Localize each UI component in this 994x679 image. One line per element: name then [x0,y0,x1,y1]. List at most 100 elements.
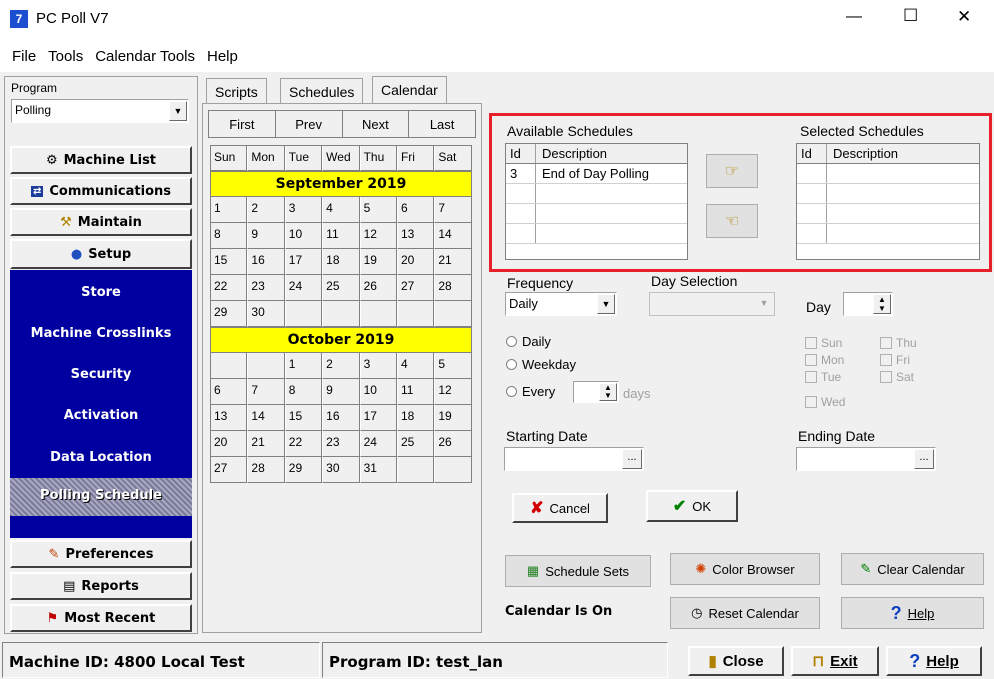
check-mon[interactable]: Mon [805,353,844,367]
calendar-day[interactable]: 16 [322,405,360,431]
calendar-day[interactable]: 24 [359,431,397,457]
calendar-day[interactable]: 3 [359,353,397,379]
nav-store[interactable]: Store [10,285,192,300]
calendar-day[interactable]: 5 [434,353,472,379]
program-select[interactable]: Polling ▼ [11,99,189,123]
nav-reports[interactable]: ▤ Reports [10,572,192,600]
calendar-day[interactable]: 6 [396,197,435,223]
check-tue[interactable]: Tue [805,370,841,384]
nav-data-location[interactable]: Data Location [10,450,192,465]
calendar-day[interactable]: 20 [210,431,248,457]
minimize-button[interactable]: — [846,8,862,26]
menu-file[interactable]: File [12,48,36,65]
calendar-day[interactable]: 10 [284,223,323,249]
calendar-day[interactable]: 1 [284,353,323,379]
calendar-day[interactable]: 7 [434,197,472,223]
calendar-day[interactable]: 26 [359,275,397,301]
calendar-day[interactable]: 14 [247,405,285,431]
add-schedule-button[interactable]: ☞ [706,154,758,188]
help-button[interactable]: ? Help [841,597,984,629]
calendar-day[interactable]: 28 [434,275,472,301]
spinner-arrows-icon[interactable]: ▲ ▼ [599,383,617,401]
ellipsis-button[interactable]: ... [622,449,642,469]
calendar-day[interactable]: 30 [247,301,285,327]
day-spinner[interactable]: ▲ ▼ [843,292,893,316]
calendar-day[interactable]: 15 [210,249,248,275]
calendar-day[interactable]: 2 [247,197,285,223]
menu-calendar-tools[interactable]: Calendar Tools [95,48,195,65]
calendar-day[interactable]: 21 [434,249,472,275]
close-button[interactable]: ▮ Close [688,646,784,676]
nav-security[interactable]: Security [10,367,192,382]
calendar-day[interactable]: 18 [322,249,360,275]
available-schedules-grid[interactable]: Id Description 3 End of Day Polling [505,143,688,260]
calendar-day[interactable]: 31 [359,457,397,483]
frequency-select[interactable]: Daily ▼ [505,292,617,316]
check-sun[interactable]: Sun [805,336,842,350]
nav-setup[interactable]: ● Setup [10,239,192,269]
check-thu[interactable]: Thu [880,336,917,350]
ellipsis-button[interactable]: ... [914,449,934,469]
every-days-spinner[interactable]: ▲ ▼ [573,381,619,403]
calendar-day[interactable]: 18 [396,405,435,431]
nav-machine-list[interactable]: ⚙ Machine List [10,146,192,174]
nav-activation[interactable]: Activation [10,408,192,423]
calendar-day[interactable]: 8 [284,379,323,405]
calendar-day[interactable]: 2 [322,353,360,379]
calendar-day[interactable]: 29 [210,301,248,327]
exit-button[interactable]: ⊓ Exit [791,646,879,676]
calendar-day[interactable]: 25 [322,275,360,301]
nav-most-recent[interactable]: ⚑ Most Recent [10,604,192,632]
cancel-button[interactable]: ✘ Cancel [512,493,608,523]
tab-scripts[interactable]: Scripts [206,78,267,104]
nav-communications[interactable]: ⇄ Communications [10,177,192,205]
schedule-sets-button[interactable]: ▦ Schedule Sets [505,555,651,587]
calendar-day[interactable]: 29 [284,457,323,483]
radio-daily[interactable]: Daily [506,334,551,349]
calendar-day[interactable]: 14 [434,223,472,249]
table-row[interactable]: 3 End of Day Polling [506,164,687,184]
remove-schedule-button[interactable]: ☜ [706,204,758,238]
calendar-day[interactable]: 23 [247,275,285,301]
nav-maintain[interactable]: ⚒ Maintain [10,208,192,236]
nav-preferences[interactable]: ✎ Preferences [10,540,192,568]
ok-button[interactable]: ✔ OK [646,490,738,522]
reset-calendar-button[interactable]: ◷ Reset Calendar [670,597,820,629]
calendar-day[interactable]: 20 [396,249,435,275]
calendar-day[interactable]: 11 [396,379,435,405]
calendar-day[interactable]: 13 [210,405,248,431]
maximize-button[interactable]: ☐ [903,6,918,26]
calendar-day[interactable]: 9 [322,379,360,405]
calendar-day[interactable]: 17 [284,249,323,275]
calendar-day[interactable]: 23 [322,431,360,457]
calendar-day[interactable]: 9 [247,223,285,249]
calendar-day[interactable]: 4 [322,197,360,223]
calendar-day[interactable]: 3 [284,197,323,223]
color-browser-button[interactable]: ✺ Color Browser [670,553,820,585]
prev-button[interactable]: Prev [276,111,343,137]
radio-every[interactable]: Every [506,384,555,399]
menu-tools[interactable]: Tools [48,48,83,65]
check-fri[interactable]: Fri [880,353,910,367]
clear-calendar-button[interactable]: ✎ Clear Calendar [841,553,984,585]
calendar-day[interactable]: 17 [359,405,397,431]
tab-calendar[interactable]: Calendar [372,76,447,104]
check-sat[interactable]: Sat [880,370,914,384]
radio-weekday[interactable]: Weekday [506,357,576,372]
calendar-day[interactable]: 22 [284,431,323,457]
calendar-day[interactable]: 6 [210,379,248,405]
ending-date-field[interactable]: ... [796,447,936,471]
calendar-day[interactable]: 28 [247,457,285,483]
close-window-button[interactable]: ✕ [957,7,971,27]
calendar-day[interactable]: 27 [396,275,435,301]
spinner-arrows-icon[interactable]: ▲ ▼ [873,294,891,314]
calendar-day[interactable]: 4 [396,353,435,379]
calendar-day[interactable]: 22 [210,275,248,301]
calendar-day[interactable]: 16 [247,249,285,275]
chevron-down-icon[interactable]: ▼ [169,101,187,121]
calendar-day[interactable]: 11 [322,223,360,249]
calendar-day[interactable]: 19 [434,405,472,431]
tab-schedules[interactable]: Schedules [280,78,364,104]
nav-machine-crosslinks[interactable]: Machine Crosslinks [10,326,192,341]
calendar-day[interactable]: 27 [210,457,248,483]
